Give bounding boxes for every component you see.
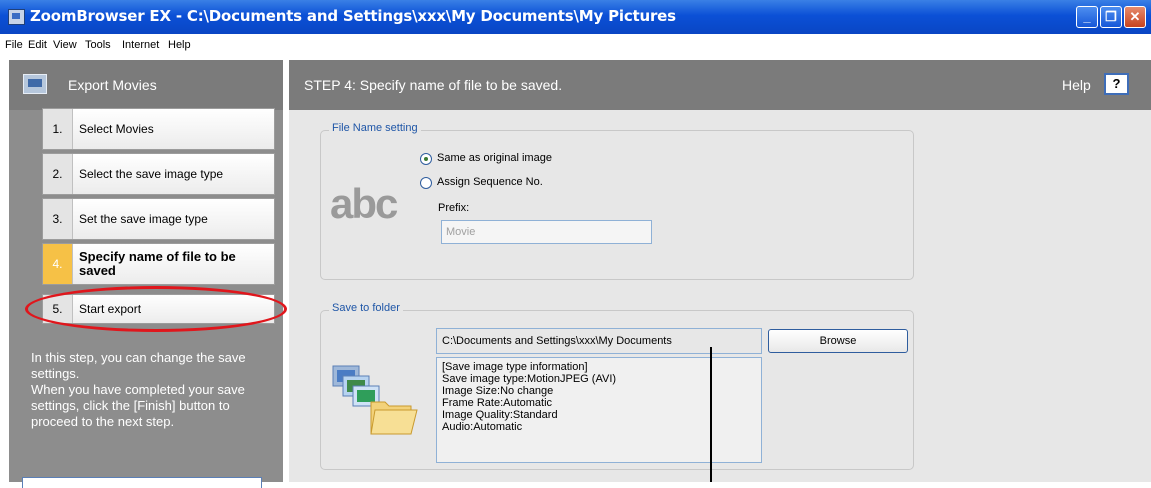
step-4-button[interactable]: 4. Specify name of file to be saved xyxy=(42,243,275,285)
menu-internet[interactable]: Internet xyxy=(122,39,159,51)
export-movies-icon xyxy=(23,74,47,94)
step-number: 1. xyxy=(43,109,73,149)
file-name-setting-legend: File Name setting xyxy=(329,122,421,134)
app-icon xyxy=(8,9,25,25)
step-number: 4. xyxy=(43,244,73,284)
finish-button[interactable] xyxy=(22,477,262,488)
menu-bar: File Edit View Tools Internet Help xyxy=(0,34,1151,58)
menu-view[interactable]: View xyxy=(53,39,77,51)
maximize-button[interactable]: ❐ xyxy=(1100,6,1122,28)
menu-file[interactable]: File xyxy=(5,39,23,51)
step-label: Specify name of file to be saved xyxy=(79,249,236,278)
menu-help[interactable]: Help xyxy=(168,39,191,51)
prefix-input[interactable]: Movie xyxy=(441,220,652,244)
step-3-button[interactable]: 3. Set the save image type xyxy=(42,198,275,240)
left-panel-title: Export Movies xyxy=(68,77,157,93)
info-line: Image Quality:Standard xyxy=(442,409,558,421)
highlight-oval xyxy=(25,286,287,332)
prefix-label: Prefix: xyxy=(438,202,470,214)
assign-sequence-radio[interactable] xyxy=(420,177,432,189)
save-to-folder-legend: Save to folder xyxy=(329,302,403,314)
info-line: [Save image type information] xyxy=(442,361,588,373)
file-name-setting-group: File Name setting xyxy=(320,122,914,280)
info-line: Audio:Automatic xyxy=(442,421,523,433)
info-line: Save image type:MotionJPEG (AVI) xyxy=(442,373,617,385)
step-label: Set the save image type xyxy=(79,212,208,226)
window-title: ZoomBrowser EX - C:\Documents and Settin… xyxy=(30,7,676,25)
minimize-button[interactable]: _ xyxy=(1076,6,1098,28)
save-path-field[interactable]: C:\Documents and Settings\xxx\My Documen… xyxy=(436,328,762,354)
main-header: STEP 4: Specify name of file to be saved… xyxy=(289,60,1151,110)
menu-tools[interactable]: Tools xyxy=(85,39,111,51)
menu-edit[interactable]: Edit xyxy=(28,39,47,51)
left-panel: Export Movies 1. Select Movies 2. Select… xyxy=(9,60,283,488)
browse-button[interactable]: Browse xyxy=(768,329,908,353)
step-number: 2. xyxy=(43,154,73,194)
help-label: Help xyxy=(1062,77,1091,93)
callout-line xyxy=(710,347,712,482)
info-line: Image Size:No change xyxy=(442,385,554,397)
left-panel-header: Export Movies xyxy=(9,60,283,110)
step-description: In this step, you can change the save se… xyxy=(31,350,246,429)
abc-graphic: abc xyxy=(330,180,398,227)
step-title: STEP 4: Specify name of file to be saved… xyxy=(304,77,563,93)
close-button[interactable]: ✕ xyxy=(1124,6,1146,28)
step-label: Select Movies xyxy=(79,122,154,136)
step-2-button[interactable]: 2. Select the save image type xyxy=(42,153,275,195)
step-1-button[interactable]: 1. Select Movies xyxy=(42,108,275,150)
same-as-original-label: Same as original image xyxy=(437,152,552,164)
help-button[interactable]: ? xyxy=(1104,73,1129,95)
step-label: Select the save image type xyxy=(79,167,224,181)
title-bar[interactable]: ZoomBrowser EX - C:\Documents and Settin… xyxy=(0,0,1151,34)
step-number: 3. xyxy=(43,199,73,239)
save-image-type-info: [Save image type information] Save image… xyxy=(436,357,762,463)
assign-sequence-label: Assign Sequence No. xyxy=(437,176,543,188)
same-as-original-radio[interactable] xyxy=(420,153,432,165)
info-line: Frame Rate:Automatic xyxy=(442,397,553,409)
folder-images-icon xyxy=(332,365,418,435)
